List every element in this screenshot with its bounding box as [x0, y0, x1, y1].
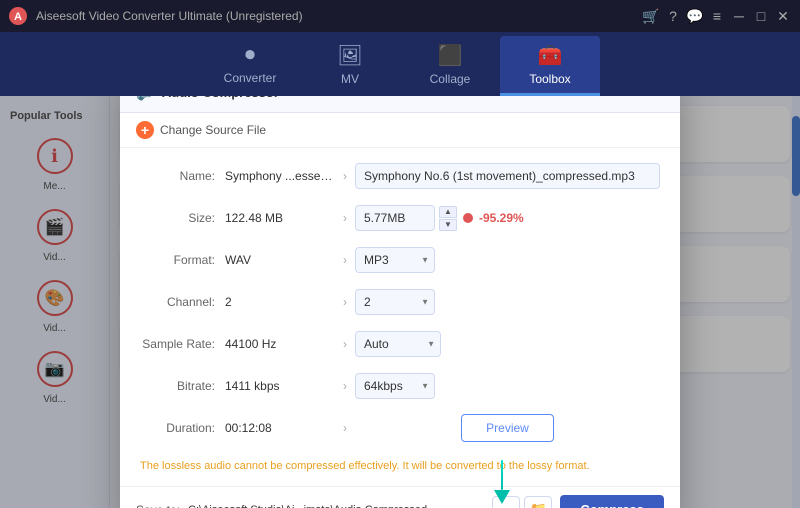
maximize-icon[interactable]: □ — [752, 7, 770, 25]
audio-icon: 🔊 — [136, 96, 156, 102]
nav-tabs: ⏺ Converter 🖼 MV ⬛ Collage 🧰 Toolbox — [0, 32, 800, 96]
duration-target: Preview — [355, 414, 660, 442]
minimize-icon[interactable]: ─ — [730, 7, 748, 25]
channel-select-wrapper: 2 1 Auto — [355, 289, 435, 315]
size-reduction: -95.29% — [479, 211, 524, 225]
modal-body: Name: Symphony ...essed.wav › Symphony N… — [120, 148, 680, 486]
size-source-value: 122.48 MB — [225, 211, 335, 225]
modal-overlay: 🔊 Audio Compressor ✕ + Change Source Fil… — [0, 96, 800, 508]
sample-rate-select[interactable]: Auto 44100 Hz 22050 Hz 16000 Hz — [355, 331, 441, 357]
tab-converter[interactable]: ⏺ Converter — [200, 36, 300, 96]
title-bar: A Aiseesoft Video Converter Ultimate (Un… — [0, 0, 800, 32]
bitrate-select[interactable]: 64kbps 128kbps 192kbps 256kbps 320kbps — [355, 373, 435, 399]
tab-collage[interactable]: ⬛ Collage — [400, 36, 500, 96]
close-window-icon[interactable]: ✕ — [774, 7, 792, 25]
cart-icon[interactable]: 🛒 — [642, 7, 660, 25]
bitrate-arrow-icon: › — [343, 379, 347, 393]
warning-text: The lossless audio cannot be compressed … — [140, 454, 660, 474]
form-row-name: Name: Symphony ...essed.wav › Symphony N… — [140, 160, 660, 192]
converter-tab-label: Converter — [224, 71, 277, 85]
app-logo: A — [8, 6, 28, 26]
cursor-arrow — [494, 490, 510, 504]
duration-label: Duration: — [140, 421, 225, 435]
name-label: Name: — [140, 169, 225, 183]
modal-header: 🔊 Audio Compressor ✕ — [120, 96, 680, 113]
spin-up[interactable]: ▲ — [439, 206, 457, 218]
size-spinner: ▲ ▼ — [439, 206, 457, 231]
modal-close-button[interactable]: ✕ — [644, 96, 664, 102]
modal-title: 🔊 Audio Compressor — [136, 96, 279, 102]
form-row-sample-rate: Sample Rate: 44100 Hz › Auto 44100 Hz 22… — [140, 328, 660, 360]
form-row-format: Format: WAV › MP3 AAC OGG FLAC — [140, 244, 660, 276]
mv-icon: 🖼 — [337, 43, 362, 68]
sample-rate-target: Auto 44100 Hz 22050 Hz 16000 Hz — [355, 331, 660, 357]
format-source-value: WAV — [225, 253, 335, 267]
form-row-size: Size: 122.48 MB › ▲ ▼ -95.29% — [140, 202, 660, 234]
save-path: C:\Aiseesoft Studio\Ai...imate\Audio Com… — [188, 504, 484, 508]
mv-tab-label: MV — [341, 72, 359, 86]
channel-source-value: 2 — [225, 295, 335, 309]
name-target: Symphony No.6 (1st movement)_compressed.… — [355, 163, 660, 189]
name-arrow-icon: › — [343, 169, 347, 183]
toolbox-icon: 🧰 — [538, 43, 563, 68]
modal-footer: Save to: C:\Aiseesoft Studio\Ai...imate\… — [120, 486, 680, 508]
channel-target: 2 1 Auto — [355, 289, 660, 315]
sample-rate-select-wrapper: Auto 44100 Hz 22050 Hz 16000 Hz — [355, 331, 441, 357]
sample-rate-label: Sample Rate: — [140, 337, 225, 351]
bitrate-select-wrapper: 64kbps 128kbps 192kbps 256kbps 320kbps — [355, 373, 435, 399]
window-controls: 🛒 ? 💬 ≡ ─ □ ✕ — [642, 7, 792, 25]
sample-rate-arrow-icon: › — [343, 337, 347, 351]
bitrate-label: Bitrate: — [140, 379, 225, 393]
audio-compressor-modal: 🔊 Audio Compressor ✕ + Change Source Fil… — [120, 96, 680, 508]
save-to-label: Save to: — [136, 503, 180, 508]
arrow-cursor — [494, 460, 510, 504]
collage-icon: ⬛ — [438, 43, 463, 68]
size-arrow-icon: › — [343, 211, 347, 225]
bitrate-target: 64kbps 128kbps 192kbps 256kbps 320kbps — [355, 373, 660, 399]
spin-down[interactable]: ▼ — [439, 219, 457, 231]
form-row-bitrate: Bitrate: 1411 kbps › 64kbps 128kbps 192k… — [140, 370, 660, 402]
bitrate-source-value: 1411 kbps — [225, 379, 335, 393]
form-row-duration: Duration: 00:12:08 › Preview — [140, 412, 660, 444]
change-source-label: Change Source File — [160, 123, 266, 137]
help-icon[interactable]: ? — [664, 7, 682, 25]
size-target: ▲ ▼ -95.29% — [355, 205, 660, 231]
size-input[interactable] — [355, 205, 435, 231]
form-row-channel: Channel: 2 › 2 1 Auto — [140, 286, 660, 318]
format-label: Format: — [140, 253, 225, 267]
name-source-value: Symphony ...essed.wav — [225, 169, 335, 183]
collage-tab-label: Collage — [430, 72, 471, 86]
preview-button[interactable]: Preview — [461, 414, 554, 442]
format-select[interactable]: MP3 AAC OGG FLAC — [355, 247, 435, 273]
folder-button[interactable]: 📁 — [524, 496, 552, 508]
format-select-wrapper: MP3 AAC OGG FLAC — [355, 247, 435, 273]
menu-icon[interactable]: ≡ — [708, 7, 726, 25]
message-icon[interactable]: 💬 — [686, 7, 704, 25]
channel-arrow-icon: › — [343, 295, 347, 309]
format-target: MP3 AAC OGG FLAC — [355, 247, 660, 273]
duration-source-value: 00:12:08 — [225, 421, 335, 435]
channel-select[interactable]: 2 1 Auto — [355, 289, 435, 315]
cursor-line — [501, 460, 503, 490]
size-label: Size: — [140, 211, 225, 225]
channel-label: Channel: — [140, 295, 225, 309]
main-area: Popular Tools ℹ Me... 🎬 Vid... 🎨 Vid... … — [0, 96, 800, 508]
tab-mv[interactable]: 🖼 MV — [300, 36, 400, 96]
toolbox-tab-label: Toolbox — [529, 72, 570, 86]
duration-arrow-icon: › — [343, 421, 347, 435]
svg-text:A: A — [14, 11, 22, 23]
size-dot-indicator — [463, 213, 473, 223]
sample-rate-source-value: 44100 Hz — [225, 337, 335, 351]
plus-icon: + — [136, 121, 154, 139]
size-input-group: ▲ ▼ — [355, 205, 457, 231]
format-arrow-icon: › — [343, 253, 347, 267]
converter-icon: ⏺ — [245, 44, 255, 67]
name-target-input[interactable]: Symphony No.6 (1st movement)_compressed.… — [355, 163, 660, 189]
tab-toolbox[interactable]: 🧰 Toolbox — [500, 36, 600, 96]
app-title: Aiseesoft Video Converter Ultimate (Unre… — [36, 9, 642, 23]
change-source-button[interactable]: + Change Source File — [120, 113, 680, 148]
compress-button[interactable]: Compress — [560, 495, 664, 508]
